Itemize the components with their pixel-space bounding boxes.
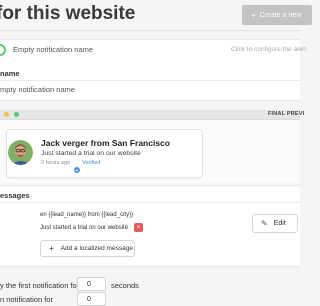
preview-bar — [0, 110, 300, 120]
messages-label: essages — [0, 191, 30, 200]
window-dot-green-icon — [14, 112, 19, 117]
message-template: en {{lead_name}} from {{lead_city}} — [40, 212, 134, 218]
verified-label: Verified — [82, 160, 101, 166]
name-label: name — [0, 69, 20, 78]
edit-label: Edit — [273, 220, 286, 227]
configure-hint: Click to configure the alert — [231, 46, 307, 53]
message-variant: Just started a trial on our website — [40, 225, 129, 231]
pencil-icon: ✎ — [261, 219, 268, 228]
final-preview-label: FINAL PREVI — [268, 111, 305, 117]
page-title: for this website — [0, 3, 136, 24]
preview-time: 2 hours ago — [41, 160, 71, 166]
verified-check-icon — [74, 160, 80, 178]
add-localized-message-button[interactable]: + Add a localized message — [40, 240, 135, 257]
add-localized-message-label: Add a localized message — [60, 245, 133, 252]
first-delay-input[interactable] — [77, 277, 106, 291]
first-delay-label: y the first notification for — [0, 281, 80, 290]
remove-message-button[interactable]: × — [134, 223, 143, 232]
notification-name[interactable]: Empty notification name — [13, 45, 93, 54]
divider — [0, 80, 300, 81]
plus-icon: + — [251, 10, 256, 20]
seconds-label: seconds — [111, 281, 139, 290]
second-delay-input[interactable] — [77, 292, 106, 306]
preview-message: Just started a trial on our website — [41, 150, 141, 157]
plus-icon: + — [49, 244, 54, 253]
preview-title: Jack verger from San Francisco — [41, 138, 170, 148]
create-new-button[interactable]: + Create a new — [242, 5, 312, 25]
divider — [0, 202, 300, 203]
edit-message-button[interactable]: ✎ Edit — [252, 214, 298, 233]
create-new-label: Create a new — [259, 11, 302, 19]
name-input[interactable] — [0, 82, 300, 96]
window-dot-yellow-icon — [4, 112, 9, 117]
avatar — [8, 140, 33, 165]
